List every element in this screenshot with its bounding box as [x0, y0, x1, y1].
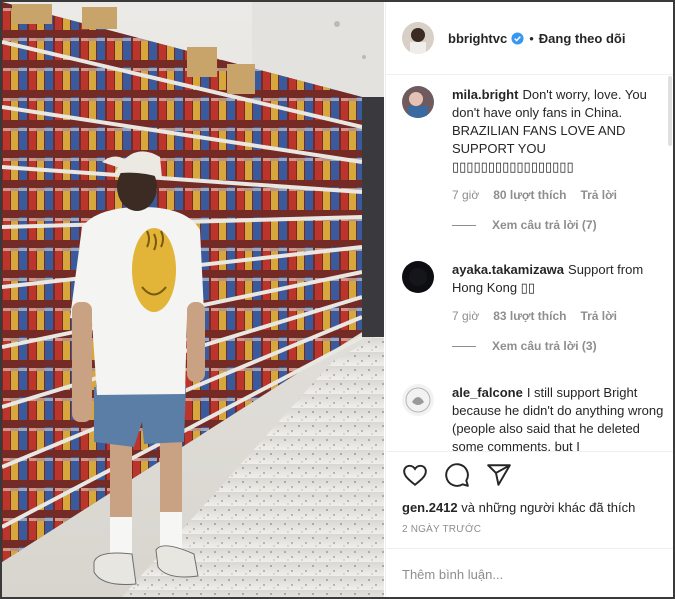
comment-username[interactable]: mila.bright: [452, 87, 518, 102]
commenter-avatar[interactable]: [402, 261, 434, 293]
commenter-avatar[interactable]: [402, 384, 434, 416]
commenter-avatar[interactable]: [402, 86, 434, 118]
view-replies-label: Xem câu trả lời (3): [492, 339, 597, 353]
instagram-post-window: bbrightvc • Đang theo dõi mila.bright Do…: [0, 0, 675, 599]
comment-username[interactable]: ayaka.takamizawa: [452, 262, 564, 277]
replies-line: [452, 224, 476, 226]
post-timestamp[interactable]: 2 NGÀY TRƯỚC: [402, 524, 481, 535]
add-comment-input[interactable]: [402, 563, 652, 585]
comments-scrollbar[interactable]: [668, 76, 672, 146]
view-replies-button[interactable]: Xem câu trả lời (3): [452, 339, 664, 353]
comment-item: ale_falcone I still support Bright becaus…: [402, 384, 664, 451]
comment-item: mila.bright Don't worry, love. You don't …: [402, 86, 664, 232]
action-icons: [402, 462, 512, 488]
comment-meta: 7 giờ 80 lượt thích Trả lời: [452, 188, 664, 202]
heart-icon[interactable]: [402, 462, 428, 488]
commenter-avatar-image: [402, 261, 434, 293]
comment-likes[interactable]: 83 lượt thích: [493, 309, 566, 323]
comment-body: mila.bright Don't worry, love. You don't …: [452, 86, 664, 176]
view-replies-label: Xem câu trả lời (7): [492, 218, 597, 232]
author-avatar[interactable]: [402, 22, 434, 54]
liked-by-username[interactable]: gen.2412: [402, 500, 458, 515]
reply-button[interactable]: Trả lời: [580, 309, 617, 323]
post-photo[interactable]: [2, 2, 384, 597]
post-side-panel: bbrightvc • Đang theo dõi mila.bright Do…: [385, 2, 673, 597]
share-icon[interactable]: [486, 462, 512, 488]
comment-time[interactable]: 7 giờ: [452, 188, 479, 202]
post-actions: gen.2412 và những người khác đã thích 2 …: [386, 451, 673, 597]
commenter-avatar-image: [402, 86, 434, 118]
comment-meta: 7 giờ 83 lượt thích Trả lời: [452, 309, 664, 323]
comment-username[interactable]: ale_falcone: [452, 385, 523, 400]
following-button[interactable]: Đang theo dõi: [539, 31, 626, 46]
comment-body: ayaka.takamizawa Support from Hong Kong ▯…: [452, 261, 664, 297]
comment-item: ayaka.takamizawa Support from Hong Kong ▯…: [402, 261, 664, 353]
replies-line: [452, 345, 476, 347]
author-avatar-image: [402, 22, 434, 54]
comment-likes[interactable]: 80 lượt thích: [493, 188, 566, 202]
post-header: bbrightvc • Đang theo dõi: [386, 2, 673, 75]
comments-list[interactable]: mila.bright Don't worry, love. You don't …: [386, 75, 673, 451]
author-username[interactable]: bbrightvc: [448, 31, 507, 46]
view-replies-button[interactable]: Xem câu trả lời (7): [452, 218, 664, 232]
comment-body: ale_falcone I still support Bright becaus…: [452, 384, 664, 451]
liked-by-text: gen.2412 và những người khác đã thích: [402, 500, 635, 515]
add-comment-bar: [386, 548, 673, 597]
comment-time[interactable]: 7 giờ: [452, 309, 479, 323]
header-separator: •: [529, 30, 534, 46]
supermarket-photo-illustration: [2, 2, 384, 597]
commenter-avatar-image: [402, 384, 434, 416]
verified-icon: [511, 31, 524, 45]
reply-button[interactable]: Trả lời: [580, 188, 617, 202]
comment-icon[interactable]: [444, 462, 470, 488]
liked-by-rest[interactable]: và những người khác đã thích: [458, 500, 635, 515]
